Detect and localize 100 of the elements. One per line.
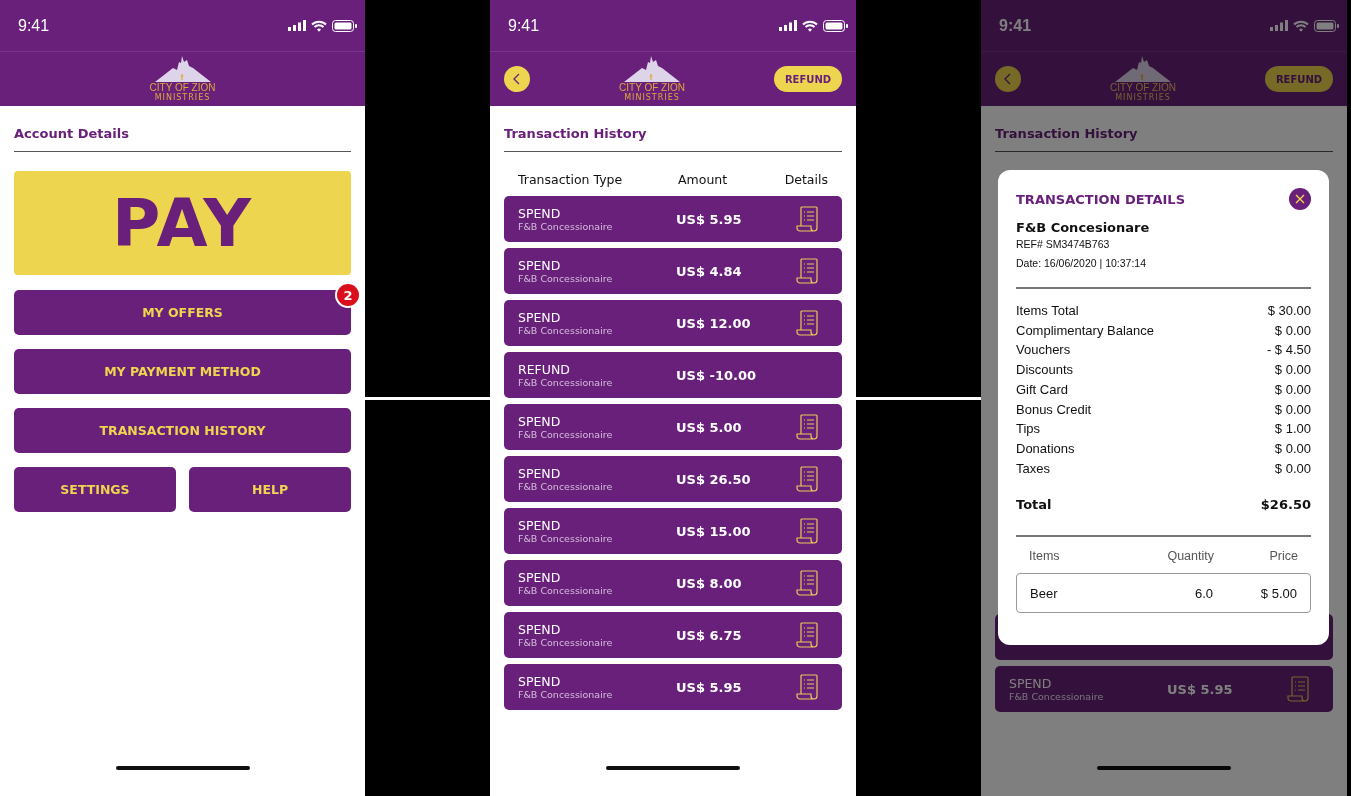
transaction-amount: US$ 5.95 <box>676 211 743 227</box>
transaction-amount: US$ 15.00 <box>676 523 752 539</box>
merchant-name: F&B Concesionare <box>1016 220 1151 235</box>
signal-icon <box>1270 20 1288 31</box>
column-header: Details <box>783 172 828 187</box>
signal-icon <box>779 20 797 31</box>
item-quantity: 6.0 <box>1193 585 1213 601</box>
transaction-row[interactable]: SPEND F&B Concessionaire US$ 5.95 <box>504 664 842 710</box>
section-title: Account Details <box>14 106 351 152</box>
transaction-row[interactable]: SPEND F&B Concessionaire US$ 6.75 <box>504 612 842 658</box>
transaction-amount: US$ 5.00 <box>676 419 743 435</box>
line-label: Complimentary Balance <box>1016 321 1154 340</box>
total-value: $26.50 <box>1260 496 1311 515</box>
line-label: Gift Card <box>1016 380 1068 399</box>
receipt-icon[interactable] <box>796 414 818 440</box>
transaction-row[interactable]: SPEND F&B Concessionaire US$ 26.50 <box>504 456 842 502</box>
section-title: Transaction History <box>995 106 1333 152</box>
dialog-title: TRANSACTION DETAILS <box>1016 191 1186 207</box>
receipt-icon[interactable] <box>1287 676 1309 702</box>
line-value: $ 1.00 <box>1274 420 1311 439</box>
logo-name: CITY OF ZION <box>149 82 216 93</box>
pay-button[interactable]: PAY <box>14 171 351 275</box>
line-label: Vouchers <box>1016 341 1071 360</box>
line-value: $ 30.00 <box>1267 302 1311 320</box>
chevron-left-icon <box>1003 73 1013 85</box>
line-label: Tips <box>1016 420 1041 439</box>
line-label: Discounts <box>1016 361 1074 380</box>
item-name: Beer <box>1030 585 1059 601</box>
total-label: Total <box>1016 496 1052 515</box>
merchant-name: F&B Concessionaire <box>518 533 614 544</box>
merchant-name: F&B Concessionaire <box>518 325 614 336</box>
receipt-icon[interactable] <box>796 258 818 284</box>
merchant-name: F&B Concessionaire <box>518 637 614 648</box>
back-button[interactable] <box>995 66 1021 92</box>
status-time: 9:41 <box>18 16 50 35</box>
transaction-row[interactable]: SPEND F&B Concessionaire US$ 5.00 <box>504 404 842 450</box>
transaction-amount: US$ 6.75 <box>676 627 743 643</box>
receipt-icon[interactable] <box>796 518 818 544</box>
column-header: Quantity <box>1166 549 1214 564</box>
receipt-icon[interactable] <box>796 622 818 648</box>
transaction-amount: US$ 5.95 <box>1167 681 1234 697</box>
receipt-icon[interactable] <box>796 570 818 596</box>
reference-number: REF# SM3474B763 <box>1016 238 1111 250</box>
chevron-left-icon <box>512 73 522 85</box>
column-header: Items <box>1029 549 1061 564</box>
transaction-type: SPEND <box>518 414 562 429</box>
merchant-name: F&B Concessionaire <box>518 221 614 232</box>
logo-subtitle: MINISTRIES <box>624 93 680 102</box>
transaction-type: SPEND <box>1009 676 1053 691</box>
transaction-row[interactable]: SPEND F&B Concessionaire US$ 8.00 <box>504 560 842 606</box>
merchant-name: F&B Concessionaire <box>518 481 614 492</box>
line-value: $ 0.00 <box>1274 439 1311 458</box>
transaction-row[interactable]: REFUND F&B Concessionaire US$ -10.00 <box>504 352 842 398</box>
line-label: Bonus Credit <box>1016 400 1092 419</box>
item-price: $ 5.00 <box>1259 585 1297 601</box>
transaction-amount: US$ 5.95 <box>676 679 743 695</box>
transaction-type: SPEND <box>518 258 562 273</box>
logo-subtitle: MINISTRIES <box>154 93 211 102</box>
column-header: Transaction Type <box>518 172 624 187</box>
line-value: $ 0.00 <box>1274 459 1311 478</box>
transaction-row[interactable]: SPEND F&B Concessionaire US$ 15.00 <box>504 508 842 554</box>
line-label: Items Total <box>1016 302 1079 320</box>
transaction-amount: US$ 26.50 <box>676 471 752 487</box>
refund-button[interactable]: REFUND <box>774 66 842 92</box>
transaction-type: SPEND <box>518 466 562 481</box>
status-time: 9:41 <box>508 16 540 35</box>
merchant-name: F&B Concessionaire <box>1009 691 1105 702</box>
transaction-row[interactable]: SPEND F&B Concessionaire US$ 5.95 <box>504 196 842 242</box>
transaction-row[interactable]: SPEND F&B Concessionaire US$ 5.95 <box>995 666 1333 712</box>
receipt-icon[interactable] <box>796 674 818 700</box>
battery-icon <box>332 19 357 32</box>
signal-icon <box>288 20 306 31</box>
menu-button[interactable]: MY PAYMENT METHOD <box>14 349 351 394</box>
battery-icon <box>1314 19 1339 32</box>
receipt-icon[interactable] <box>796 310 818 336</box>
receipt-icon[interactable] <box>796 206 818 232</box>
transaction-amount: US$ 12.00 <box>676 315 752 331</box>
transaction-type: SPEND <box>518 206 562 221</box>
menu-button[interactable]: TRANSACTION HISTORY <box>14 408 351 453</box>
logo-name: CITY OF ZION <box>1110 82 1176 93</box>
wifi-icon <box>311 19 327 32</box>
transaction-type: REFUND <box>518 362 571 377</box>
menu-button[interactable]: SETTINGS <box>14 467 176 512</box>
merchant-name: F&B Concessionaire <box>518 273 614 284</box>
line-value: $ 0.00 <box>1274 380 1311 399</box>
column-header: Price <box>1268 549 1298 564</box>
transaction-amount: US$ 8.00 <box>676 575 743 591</box>
merchant-name: F&B Concessionaire <box>518 429 614 440</box>
line-label: Taxes <box>1016 459 1050 478</box>
column-header: Amount <box>678 172 729 187</box>
section-title: Transaction History <box>504 106 842 152</box>
close-button[interactable] <box>1289 188 1311 210</box>
receipt-icon[interactable] <box>796 466 818 492</box>
transaction-type: SPEND <box>518 622 562 637</box>
logo-subtitle: MINISTRIES <box>1115 93 1171 102</box>
line-value: $ 0.00 <box>1274 321 1311 340</box>
menu-button[interactable]: HELP <box>189 467 351 512</box>
back-button[interactable] <box>504 66 530 92</box>
transaction-row[interactable]: SPEND F&B Concessionaire US$ 12.00 <box>504 300 842 346</box>
transaction-row[interactable]: SPEND F&B Concessionaire US$ 4.84 <box>504 248 842 294</box>
